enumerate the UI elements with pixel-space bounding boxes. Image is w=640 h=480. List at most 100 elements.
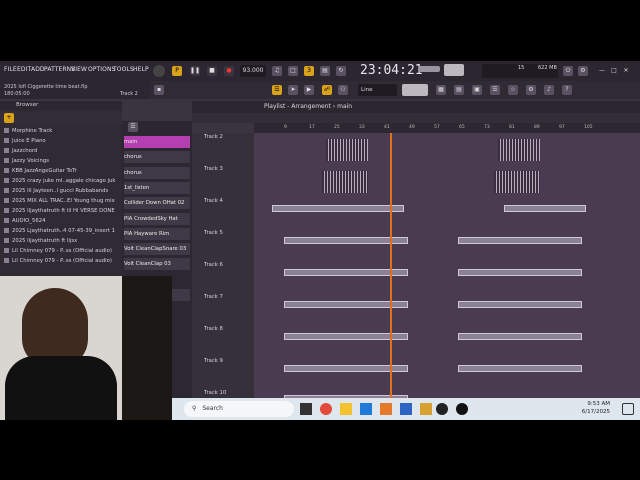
pattern-clip[interactable] [498,139,540,161]
browser-item[interactable]: Jazzchord [4,148,37,154]
menu-options[interactable]: OPTIONS [88,66,116,73]
menu-view[interactable]: VIEW [71,66,87,73]
pattern-clip[interactable] [494,171,540,193]
piano-icon[interactable]: ☰ [128,122,138,132]
maximize-icon[interactable]: □ [609,66,619,76]
pattern-item[interactable]: 1st_listen [124,182,190,194]
menu-tools[interactable]: TOOLS [113,66,134,73]
browser-icon[interactable]: ☆ [508,85,518,95]
blend-icon[interactable]: ▤ [320,66,330,76]
browser-add-icon[interactable]: + [4,113,14,123]
browser-item[interactable]: 2025 lljaythatruth ft lijsx [4,238,77,244]
master-volume[interactable] [418,66,440,72]
pattern-clip[interactable] [458,301,582,308]
playhead[interactable] [390,133,392,400]
link-icon[interactable]: ☍ [322,85,332,95]
browser-item[interactable]: AUDIO_5624 [4,218,45,224]
record-button[interactable]: ● [224,66,234,76]
pattern-item[interactable]: PIA Hayware Rim [124,228,190,240]
record-mode-icon[interactable]: ▶ [304,85,314,95]
browser-item[interactable]: 2025 crazy juke ml..aggale chicago juk [4,178,115,184]
channel-rack-icon[interactable]: ▤ [454,85,464,95]
mixer-icon[interactable]: ▦ [436,85,446,95]
pattern-song-toggle[interactable] [153,65,165,77]
piano-roll-icon[interactable]: ▣ [472,85,482,95]
pattern-clip[interactable] [504,205,586,212]
timeline-ruler[interactable]: 9 17 25 33 41 49 57 65 73 81 89 97 105 [254,123,640,133]
file-explorer-icon[interactable] [340,403,352,415]
track-name[interactable]: Track 9 [204,358,223,364]
play-button[interactable]: ❚❚ [190,66,200,76]
pattern-item[interactable]: chorus [124,167,190,179]
metronome-icon[interactable]: ♫ [272,66,282,76]
search-input[interactable]: ⚲ Search [184,401,294,417]
browser-item[interactable]: Lil Chimney 079 - P..ss (Official audio) [4,258,112,264]
pattern-clip[interactable] [272,205,404,212]
stop-button[interactable]: ■ [207,66,217,76]
wait-icon[interactable]: □ [288,66,298,76]
menu-help[interactable]: HELP [133,66,149,73]
track-name[interactable]: Track 3 [204,166,223,172]
app-icon[interactable] [420,403,432,415]
browser-item[interactable]: 2025 MIX ALL TRAC..El Young thug mix [4,198,115,204]
track-name[interactable]: Track 2 [204,134,223,140]
browser-item[interactable]: Lil Chimney 079 - P..ss (Official audio) [4,248,112,254]
browser-item[interactable]: Morphine Track [4,128,52,134]
track-name[interactable]: Track 7 [204,294,223,300]
browser-item[interactable]: 2025 Ljaythatruth..4 07-45-39_insert 1 [4,228,115,234]
help-icon[interactable]: ? [562,85,572,95]
arrow-icon[interactable]: ➤ [288,85,298,95]
track-name[interactable]: Track 10 [204,390,226,396]
pitch-slider[interactable] [402,84,428,96]
chrome-icon[interactable] [320,403,332,415]
task-view-icon[interactable] [300,403,312,415]
browser-item[interactable]: Jazzy Voicings [4,158,49,164]
plugin-icon[interactable]: ⚙ [526,85,536,95]
close-icon[interactable]: ✕ [621,66,631,76]
countdown-icon[interactable]: 3 [304,66,314,76]
app-icon[interactable] [400,403,412,415]
pattern-clip[interactable] [458,237,582,244]
microphone-icon[interactable]: ♪ [544,85,554,95]
track-name[interactable]: Track 4 [204,198,223,204]
menu-add[interactable]: ADD [31,66,45,73]
step-icon[interactable]: ⚇ [338,85,348,95]
settings-icon[interactable]: ⚙ [578,66,588,76]
pattern-clip[interactable] [458,333,582,340]
browser-item[interactable]: Juice E Piano [4,138,46,144]
pattern-item[interactable]: PIA CrowdedSky Hat [124,213,190,225]
clock-date[interactable]: 6/17/2025 [562,409,610,415]
pat-mode-button[interactable]: P [172,66,182,76]
browser-item[interactable]: 2025 lil Jayteen..l gucci Rubbabands [4,188,108,194]
pattern-clip[interactable] [322,171,368,193]
menu-file[interactable]: FILE [4,66,17,73]
track-name[interactable]: Track 5 [204,230,223,236]
pattern-clip[interactable] [458,365,582,372]
playlist-grid[interactable] [254,133,640,400]
browser-item[interactable]: KBB JazzAngeGuitar ToTr [4,168,77,174]
pattern-item[interactable]: chorus [124,151,190,163]
fl-studio-icon[interactable] [436,403,448,415]
pattern-item[interactable]: main [124,136,190,148]
pattern-picker-icon[interactable]: ▪ [154,85,164,95]
store-icon[interactable] [360,403,372,415]
app-icon[interactable] [380,403,392,415]
notification-icon[interactable] [622,403,634,415]
playlist-icon[interactable]: ☰ [490,85,500,95]
track-name[interactable]: Track 6 [204,262,223,268]
pattern-item[interactable]: Volt CleanClap 03 [124,258,190,270]
power-icon[interactable]: ⏻ [563,66,573,76]
menu-edit[interactable]: EDIT [17,66,31,73]
snap-icon[interactable]: ☰ [272,85,282,95]
track-name[interactable]: Track 8 [204,326,223,332]
minimize-icon[interactable]: — [597,66,607,76]
pattern-clip[interactable] [458,269,582,276]
loop-record-icon[interactable]: ↻ [336,66,346,76]
snap-select[interactable]: Line [358,84,397,96]
pattern-item[interactable]: Collider Down OHat 02 [124,197,190,209]
clock-time[interactable]: 9:53 AM [562,401,610,407]
app-icon[interactable] [456,403,468,415]
tempo-display[interactable]: 93.000 [240,65,266,77]
pattern-clip[interactable] [326,139,368,161]
pattern-item[interactable]: Volt CleanClapSnare 03 [124,243,190,255]
